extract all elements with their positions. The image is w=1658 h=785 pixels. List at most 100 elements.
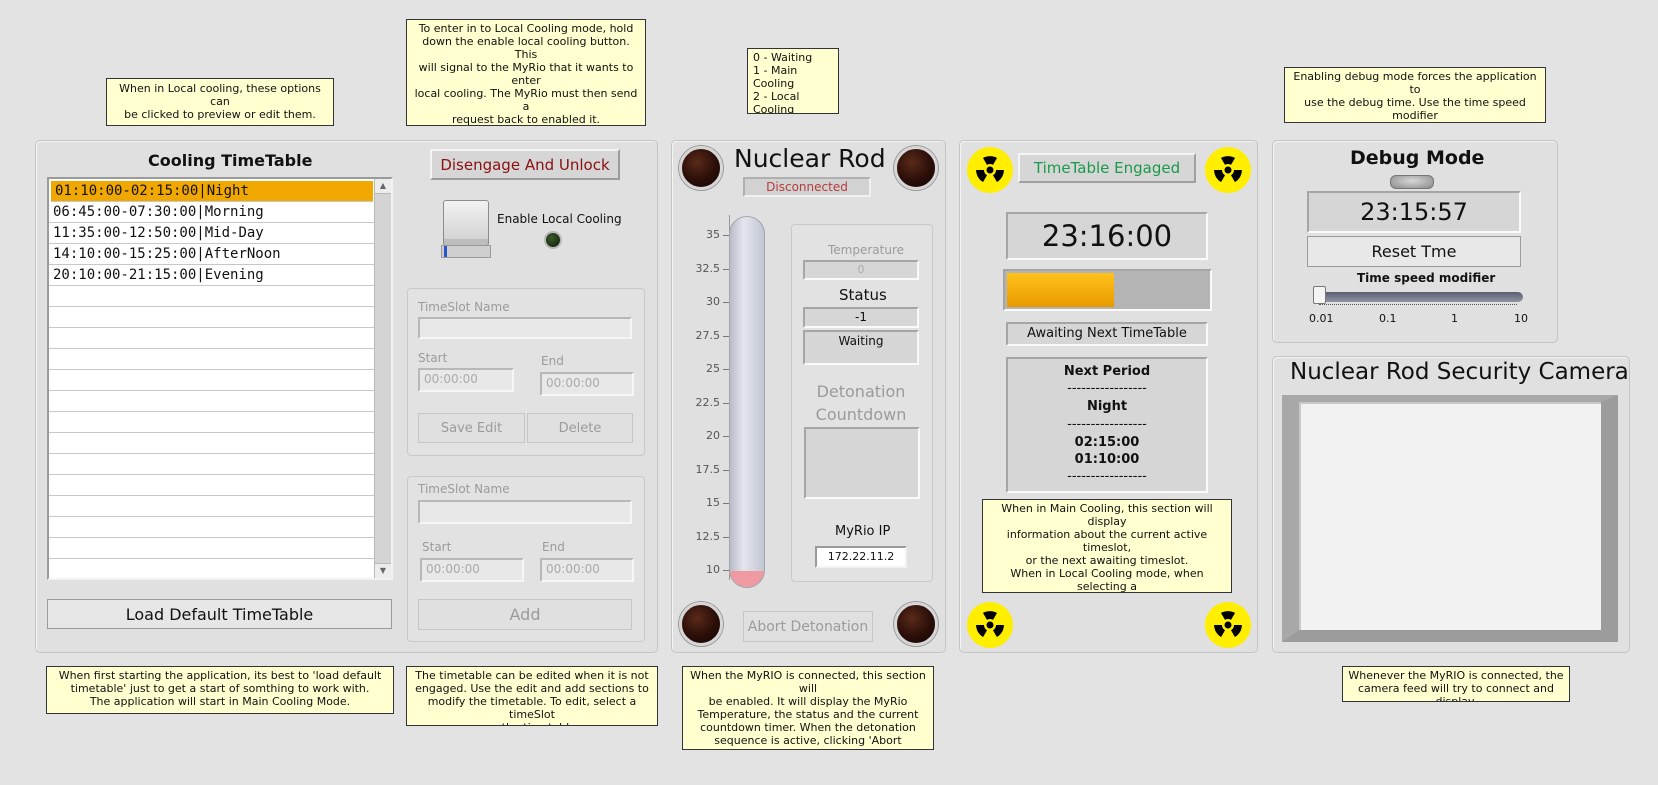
table-row-empty[interactable] xyxy=(49,412,375,433)
edit-end-input[interactable]: 00:00:00 xyxy=(540,372,634,396)
table-row-empty[interactable] xyxy=(49,538,375,559)
note-timetable-edit: The timetable can be edited when it is n… xyxy=(406,666,658,726)
table-row-empty[interactable] xyxy=(49,307,375,328)
table-row[interactable]: 06:45:00-07:30:00|Morning xyxy=(49,202,375,223)
thermometer-tick-label: 10 xyxy=(706,563,720,576)
status-text: Waiting xyxy=(803,330,919,365)
status-code: -1 xyxy=(803,307,919,328)
connection-status: Disconnected xyxy=(743,177,871,197)
slider-handle[interactable] xyxy=(1313,286,1326,304)
table-row-empty[interactable] xyxy=(49,496,375,517)
timetable-scrollbar[interactable]: ▲ ▼ xyxy=(374,179,391,578)
divider: ----------------- xyxy=(1067,417,1147,432)
table-row-empty[interactable] xyxy=(49,454,375,475)
table-row[interactable]: 01:10:00-02:15:00|Night xyxy=(51,181,373,202)
progress-fill xyxy=(1007,273,1114,307)
divider: ----------------- xyxy=(1067,381,1147,396)
delete-button[interactable]: Delete xyxy=(527,413,633,443)
detonation-countdown-display xyxy=(804,427,920,499)
warning-lamp-bottom-right xyxy=(894,602,938,646)
temperature-label: Temperature xyxy=(828,243,905,257)
thermometer-tick-label: 22.5 xyxy=(695,395,721,409)
timetable-list[interactable]: 01:10:00-02:15:00|Night 06:45:00-07:30:0… xyxy=(47,177,393,580)
thermometer-tick-label: 30 xyxy=(706,295,720,308)
warning-lamp-top-right xyxy=(894,146,938,190)
thermometer-tick-label: 12.5 xyxy=(695,529,721,543)
thermometer-tick-label: 32.5 xyxy=(695,261,721,275)
save-edit-button[interactable]: Save Edit xyxy=(418,413,525,443)
disengage-label: Disengage And Unlock xyxy=(440,155,610,174)
time-speed-modifier-label: Time speed modifier xyxy=(1357,271,1496,285)
next-period-display: Next Period ----------------- Night ----… xyxy=(1006,357,1208,493)
enable-local-cooling-button[interactable] xyxy=(443,200,489,246)
slider-tick: 1 xyxy=(1451,312,1458,325)
thermometer xyxy=(729,216,765,588)
next-period-title: Next Period xyxy=(1063,364,1151,379)
myrio-ip-input[interactable]: 172.22.11.2 xyxy=(815,546,907,568)
disengage-and-unlock-button[interactable]: Disengage And Unlock xyxy=(430,149,620,180)
radiation-icon-bottom-left xyxy=(967,602,1013,648)
table-row[interactable]: 14:10:00-15:25:00|AfterNoon xyxy=(49,244,375,265)
local-cooling-led xyxy=(544,231,562,249)
add-button[interactable]: Add xyxy=(418,599,632,630)
table-row-empty[interactable] xyxy=(49,517,375,538)
radiation-icon-top-left xyxy=(967,147,1013,193)
timetable-engaged-status: TimeTable Engaged xyxy=(1018,153,1196,183)
timetable-title: Cooling TimeTable xyxy=(148,151,313,170)
add-start-input[interactable]: 00:00:00 xyxy=(420,558,524,582)
save-edit-label: Save Edit xyxy=(440,420,503,436)
edit-timeslot-name-input[interactable] xyxy=(418,317,632,339)
radiation-icon-top-right xyxy=(1205,147,1251,193)
note-camera: Whenever the MyRIO is connected, the cam… xyxy=(1342,666,1570,702)
thermometer-tick-label: 35 xyxy=(706,228,720,241)
abort-detonation-label: Abort Detonation xyxy=(747,618,869,635)
delete-label: Delete xyxy=(558,420,602,436)
table-row-empty[interactable] xyxy=(49,433,375,454)
note-main-cooling-info: When in Main Cooling, this section will … xyxy=(982,499,1232,593)
status-label: Status xyxy=(839,286,887,304)
add-end-label: End xyxy=(542,540,565,554)
table-row[interactable]: 11:35:00-12:50:00|Mid-Day xyxy=(49,223,375,244)
local-cooling-indicator-bar xyxy=(441,245,491,258)
load-default-timetable-button[interactable]: Load Default TimeTable xyxy=(47,599,392,629)
table-row-empty[interactable] xyxy=(49,370,375,391)
enable-local-cooling-label: Enable Local Cooling xyxy=(497,212,622,226)
detonation-countdown-label: Detonation Countdown xyxy=(815,382,907,424)
note-myrio-connected: When the MyRIO is connected, this sectio… xyxy=(682,666,934,750)
radiation-icon-bottom-right xyxy=(1205,602,1251,648)
abort-detonation-button[interactable]: Abort Detonation xyxy=(743,611,873,642)
reset-time-label: Reset Tme xyxy=(1371,242,1457,261)
table-row-empty[interactable] xyxy=(49,286,375,307)
period-end-time: 02:15:00 xyxy=(1074,435,1140,450)
scroll-down-icon[interactable]: ▼ xyxy=(375,563,391,578)
reset-time-button[interactable]: Reset Tme xyxy=(1307,236,1521,267)
current-time-display: 23:16:00 xyxy=(1006,212,1208,260)
debug-mode-toggle[interactable] xyxy=(1390,175,1434,189)
slider-tick: 0.01 xyxy=(1309,312,1334,325)
add-label: Add xyxy=(509,605,541,624)
note-load-default: When first starting the application, its… xyxy=(46,666,394,714)
add-end-input[interactable]: 00:00:00 xyxy=(540,558,634,582)
slider-scale: 0.01 0.1 1 10 xyxy=(1309,304,1528,328)
load-default-label: Load Default TimeTable xyxy=(125,604,314,624)
myrio-ip-label: MyRio IP xyxy=(835,524,891,539)
scroll-up-icon[interactable]: ▲ xyxy=(375,179,391,194)
note-enter-local-cooling: To enter in to Local Cooling mode, hold … xyxy=(406,19,646,126)
thermometer-tick-label: 27.5 xyxy=(695,328,721,342)
period-start-time: 01:10:00 xyxy=(1074,452,1140,467)
time-speed-slider[interactable] xyxy=(1313,286,1523,304)
debug-mode-title: Debug Mode xyxy=(1350,147,1485,169)
period-progress-bar xyxy=(1003,269,1212,311)
thermometer-tick-label: 25 xyxy=(706,362,720,375)
table-row-empty[interactable] xyxy=(49,391,375,412)
add-timeslot-name-input[interactable] xyxy=(418,500,632,524)
edit-end-label: End xyxy=(541,354,564,368)
table-row-empty[interactable] xyxy=(49,328,375,349)
thermometer-tick-label: 15 xyxy=(706,496,720,509)
edit-start-input[interactable]: 00:00:00 xyxy=(418,368,514,392)
table-row-empty[interactable] xyxy=(49,475,375,496)
warning-lamp-top-left xyxy=(679,146,723,190)
table-row[interactable]: 20:10:00-21:15:00|Evening xyxy=(49,265,375,286)
thermometer-scale: 35 32.5 30 27.5 25 22.5 20 17.5 15 12.5 10 xyxy=(696,215,730,580)
table-row-empty[interactable] xyxy=(49,349,375,370)
